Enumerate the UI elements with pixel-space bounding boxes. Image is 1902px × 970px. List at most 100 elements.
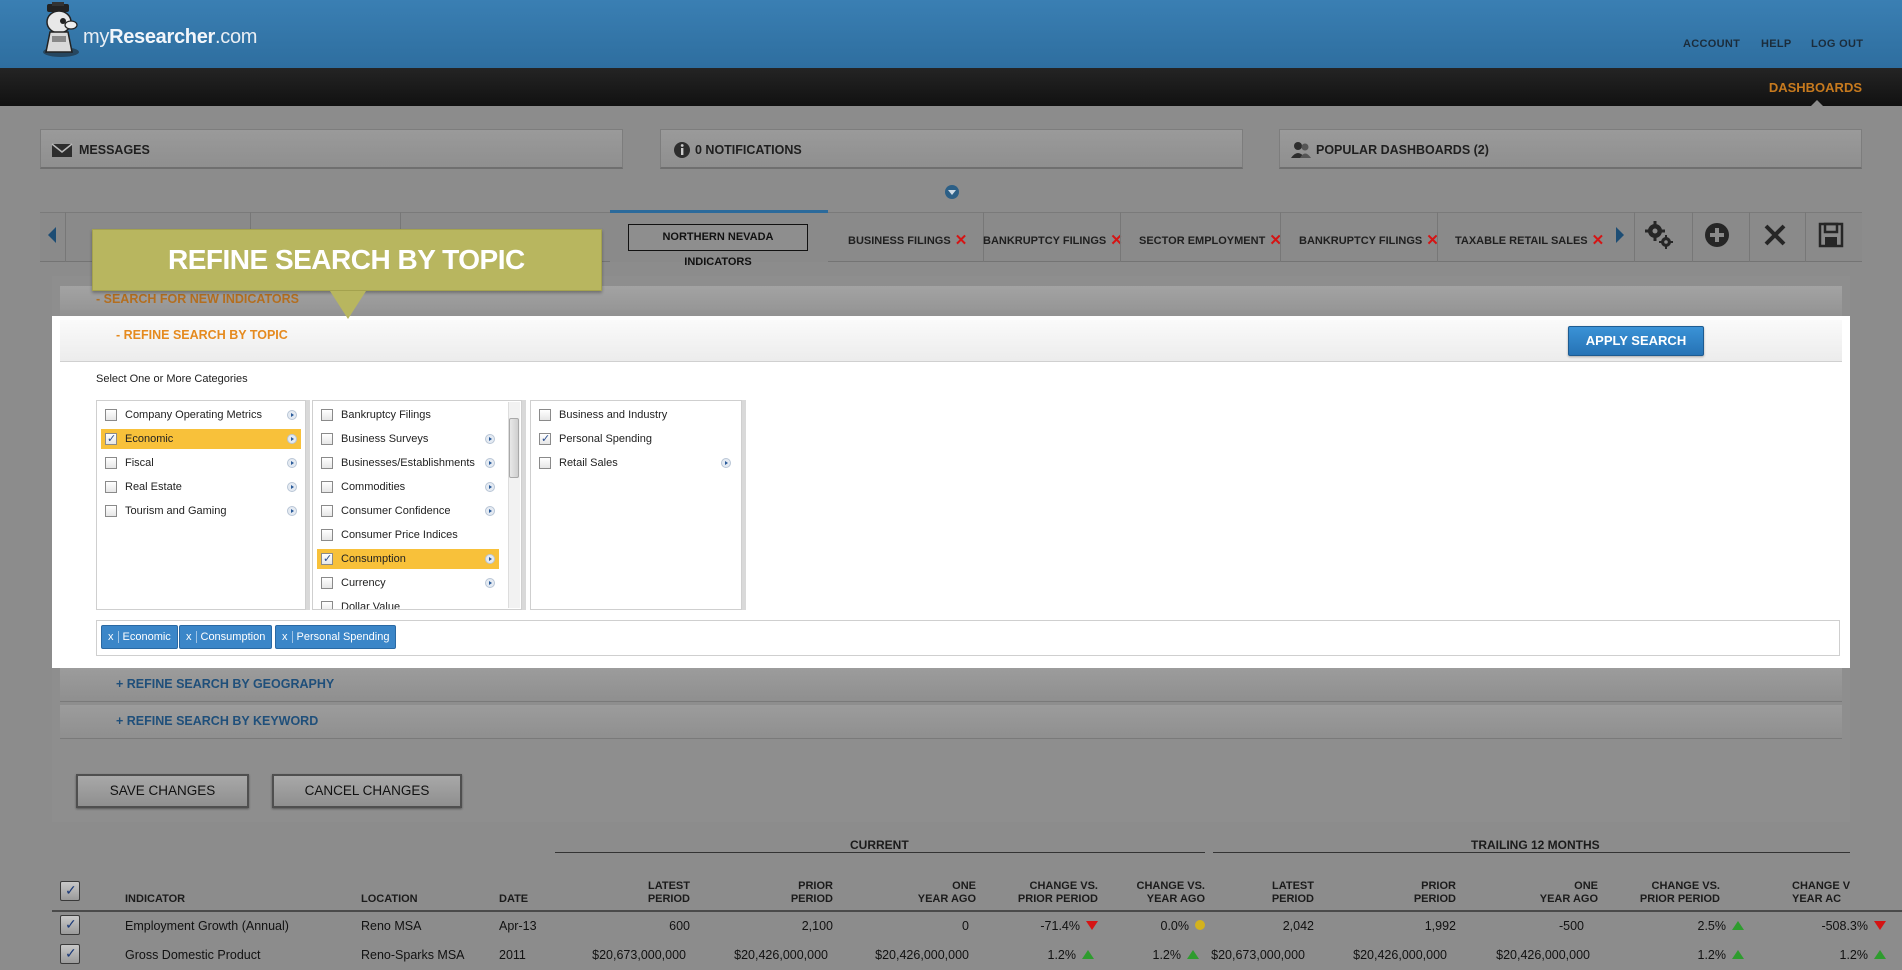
active-tab-label[interactable]: NORTHERN NEVADA INDICATORS bbox=[628, 224, 808, 268]
nav-dashboards[interactable]: DASHBOARDS bbox=[1769, 80, 1862, 95]
expand-arrow-icon[interactable] bbox=[721, 458, 731, 468]
expand-arrow-icon[interactable] bbox=[287, 410, 297, 420]
save-disk-icon[interactable] bbox=[1816, 220, 1846, 250]
expand-arrow-icon[interactable] bbox=[485, 554, 495, 564]
tab-bankruptcy-filings-2[interactable]: BANKRUPTCY FILINGS ✕ bbox=[1299, 230, 1439, 249]
table-cell-indicator[interactable]: Employment Growth (Annual) bbox=[125, 919, 289, 933]
expand-arrow-icon[interactable] bbox=[287, 458, 297, 468]
list-item[interactable]: Fiscal bbox=[101, 453, 301, 473]
list-item[interactable]: Commodities bbox=[317, 477, 499, 497]
tag-chip-consumption[interactable]: x Consumption bbox=[179, 625, 273, 649]
checkbox[interactable] bbox=[105, 409, 117, 421]
expand-arrow-icon[interactable] bbox=[485, 578, 495, 588]
col-header-t-change-prior[interactable]: CHANGE VS. PRIOR PERIOD bbox=[1620, 880, 1720, 906]
settings-gears-icon[interactable] bbox=[1644, 220, 1674, 250]
col-header-t-one-year-ago[interactable]: ONE YEAR AGO bbox=[1498, 880, 1598, 906]
expand-arrow-icon[interactable] bbox=[485, 458, 495, 468]
tab-taxable-retail-sales[interactable]: TAXABLE RETAIL SALES ✕ bbox=[1455, 230, 1605, 249]
refine-geography-label[interactable]: + REFINE SEARCH BY GEOGRAPHY bbox=[116, 677, 334, 691]
list-item[interactable]: Consumer Price Indices bbox=[317, 525, 499, 545]
list-item[interactable]: Business and Industry bbox=[535, 405, 735, 425]
expand-arrow-icon[interactable] bbox=[287, 506, 297, 516]
tab-scroll-left-icon[interactable] bbox=[48, 227, 56, 243]
list-item[interactable]: Real Estate bbox=[101, 477, 301, 497]
expand-arrow-icon[interactable] bbox=[485, 482, 495, 492]
col-header-change-prior[interactable]: CHANGE VS. PRIOR PERIOD bbox=[1000, 880, 1098, 906]
refine-keyword-label[interactable]: + REFINE SEARCH BY KEYWORD bbox=[116, 714, 318, 728]
refine-topic-label[interactable]: - REFINE SEARCH BY TOPIC bbox=[116, 328, 288, 342]
col-header-location[interactable]: LOCATION bbox=[361, 893, 418, 906]
close-tab-icon[interactable]: ✕ bbox=[1592, 232, 1605, 249]
col-header-t-latest[interactable]: LATEST PERIOD bbox=[1214, 880, 1314, 906]
checkbox[interactable] bbox=[539, 409, 551, 421]
col-header-indicator[interactable]: INDICATOR bbox=[125, 893, 185, 906]
checkbox[interactable] bbox=[539, 429, 551, 449]
checkbox[interactable] bbox=[105, 429, 117, 449]
messages-panel[interactable]: MESSAGES bbox=[40, 129, 623, 169]
select-all-checkbox[interactable] bbox=[60, 881, 80, 901]
remove-tag-icon[interactable]: x bbox=[186, 631, 197, 643]
list-item[interactable]: Business Surveys bbox=[317, 429, 499, 449]
list-item[interactable]: Consumer Confidence bbox=[317, 501, 499, 521]
expand-arrow-icon[interactable] bbox=[287, 434, 297, 444]
tab-business-filings[interactable]: BUSINESS FILINGS ✕ bbox=[848, 230, 968, 249]
tab-sector-employment[interactable]: SECTOR EMPLOYMENT ✕ bbox=[1139, 230, 1282, 249]
row-checkbox[interactable] bbox=[60, 915, 80, 935]
checkbox[interactable] bbox=[321, 505, 333, 517]
list-item[interactable]: Currency bbox=[317, 573, 499, 593]
list-item[interactable]: Company Operating Metrics bbox=[101, 405, 301, 425]
expand-arrow-icon[interactable] bbox=[287, 482, 297, 492]
list-item[interactable]: Tourism and Gaming bbox=[101, 501, 301, 521]
list-item[interactable]: Retail Sales bbox=[535, 453, 735, 473]
checkbox[interactable] bbox=[105, 481, 117, 493]
apply-search-button[interactable]: APPLY SEARCH bbox=[1568, 326, 1704, 356]
scrollbar-thumb[interactable] bbox=[509, 418, 519, 478]
tag-chip-personal-spending[interactable]: x Personal Spending bbox=[275, 625, 397, 649]
col-header-prior[interactable]: PRIOR PERIOD bbox=[733, 880, 833, 906]
list-item[interactable]: Personal Spending bbox=[535, 429, 735, 449]
close-tab-icon[interactable]: ✕ bbox=[955, 232, 968, 249]
logout-link[interactable]: LOG OUT bbox=[1811, 38, 1863, 50]
checkbox[interactable] bbox=[539, 457, 551, 469]
tab-bankruptcy-filings[interactable]: BANKRUPTCY FILINGS ✕ bbox=[983, 230, 1123, 249]
help-link[interactable]: HELP bbox=[1761, 38, 1792, 50]
col-header-t-prior[interactable]: PRIOR PERIOD bbox=[1356, 880, 1456, 906]
list-item[interactable]: Bankruptcy Filings bbox=[317, 405, 499, 425]
table-cell-indicator[interactable]: Gross Domestic Product bbox=[125, 948, 260, 962]
cancel-changes-button[interactable]: CANCEL CHANGES bbox=[272, 774, 462, 808]
col-header-change-year[interactable]: CHANGE VS. YEAR AGO bbox=[1105, 880, 1205, 906]
list-item[interactable]: Economic bbox=[101, 429, 301, 449]
expand-arrow-icon[interactable] bbox=[485, 506, 495, 516]
tab-scroll-right-icon[interactable] bbox=[1616, 227, 1624, 243]
account-link[interactable]: ACCOUNT bbox=[1683, 38, 1740, 50]
notifications-panel[interactable]: 0 NOTIFICATIONS bbox=[660, 129, 1243, 169]
checkbox[interactable] bbox=[321, 549, 333, 569]
list-item[interactable]: Businesses/Establishments bbox=[317, 453, 499, 473]
popular-dashboards-panel[interactable]: POPULAR DASHBOARDS (2) bbox=[1279, 129, 1862, 169]
save-changes-button[interactable]: SAVE CHANGES bbox=[76, 774, 249, 808]
checkbox[interactable] bbox=[321, 433, 333, 445]
tag-chip-economic[interactable]: x Economic bbox=[101, 625, 178, 649]
col-header-one-year-ago[interactable]: ONE YEAR AGO bbox=[876, 880, 976, 906]
col-header-t-change-year[interactable]: CHANGE V YEAR AC bbox=[1792, 880, 1850, 906]
collapse-toggle-icon[interactable] bbox=[945, 185, 959, 199]
checkbox[interactable] bbox=[321, 601, 333, 609]
col-header-date[interactable]: DATE bbox=[499, 893, 528, 906]
add-dashboard-icon[interactable] bbox=[1702, 220, 1732, 250]
checkbox[interactable] bbox=[105, 457, 117, 469]
checkbox[interactable] bbox=[321, 529, 333, 541]
checkbox[interactable] bbox=[321, 457, 333, 469]
checkbox[interactable] bbox=[321, 409, 333, 421]
search-new-indicators-label[interactable]: - SEARCH FOR NEW INDICATORS bbox=[96, 292, 299, 306]
logo-wordmark[interactable]: myResearcher.com bbox=[83, 26, 257, 49]
refine-keyword-bar[interactable] bbox=[60, 705, 1842, 739]
remove-tag-icon[interactable]: x bbox=[282, 631, 293, 643]
col-header-latest[interactable]: LATEST PERIOD bbox=[590, 880, 690, 906]
list-item[interactable]: Dollar Value bbox=[317, 597, 499, 609]
close-icon[interactable] bbox=[1760, 220, 1790, 250]
expand-arrow-icon[interactable] bbox=[485, 434, 495, 444]
remove-tag-icon[interactable]: x bbox=[108, 631, 119, 643]
checkbox[interactable] bbox=[321, 577, 333, 589]
checkbox[interactable] bbox=[105, 505, 117, 517]
checkbox[interactable] bbox=[321, 481, 333, 493]
